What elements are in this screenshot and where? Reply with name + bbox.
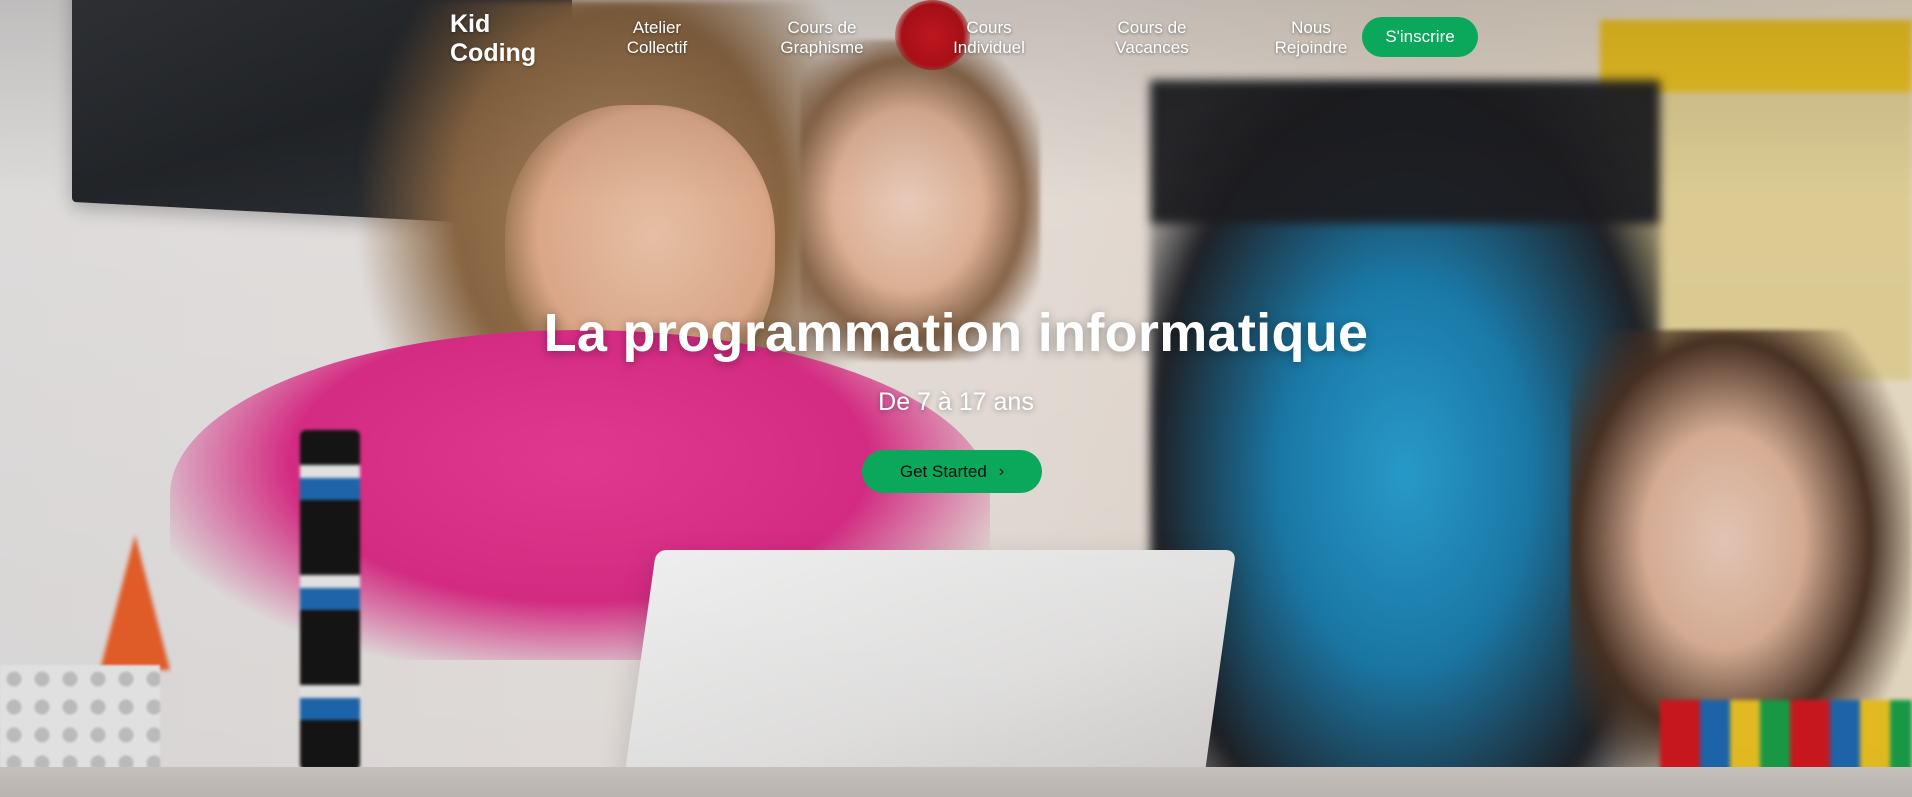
logo-line-1: Kid (450, 10, 491, 38)
nav-link-cours-individuel[interactable]: Cours Individuel (924, 18, 1054, 58)
nav-link-cours-de-graphisme[interactable]: Cours de Graphisme (757, 18, 887, 58)
get-started-button[interactable]: Get Started › (862, 450, 1042, 493)
hero-section: Kid Coding Atelier Collectif Cours de Gr… (0, 0, 1912, 797)
nav-link-atelier-collectif[interactable]: Atelier Collectif (592, 18, 722, 58)
chevron-right-icon: › (998, 462, 1005, 480)
signup-button[interactable]: S'inscrire (1362, 17, 1478, 57)
nav-link-nous-rejoindre[interactable]: Nous Rejoindre (1246, 18, 1376, 58)
logo-line-2: Coding (450, 39, 537, 67)
nav-link-cours-de-vacances[interactable]: Cours de Vacances (1087, 18, 1217, 58)
get-started-label: Get Started (899, 461, 987, 481)
site-logo[interactable]: Kid Coding (450, 10, 560, 68)
main-nav: Kid Coding Atelier Collectif Cours de Gr… (0, 0, 1912, 80)
hero-subtitle: De 7 à 17 ans (878, 388, 1034, 416)
hero-title: La programmation informatique (543, 303, 1369, 363)
